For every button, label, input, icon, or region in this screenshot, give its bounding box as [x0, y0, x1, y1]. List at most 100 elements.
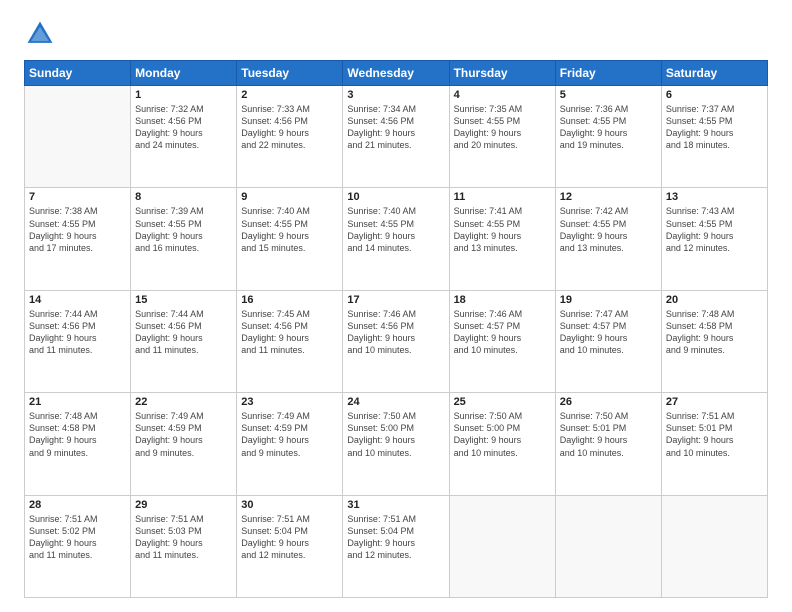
- day-number: 2: [241, 89, 338, 101]
- day-number: 23: [241, 396, 338, 408]
- day-number: 1: [135, 89, 232, 101]
- day-number: 6: [666, 89, 763, 101]
- calendar-cell: 12 Sunrise: 7:42 AM Sunset: 4:55 PM Dayli…: [555, 188, 661, 290]
- page: SundayMondayTuesdayWednesdayThursdayFrid…: [0, 0, 792, 612]
- day-number: 29: [135, 499, 232, 511]
- calendar-cell: 1 Sunrise: 7:32 AM Sunset: 4:56 PM Daylig…: [131, 86, 237, 188]
- calendar-cell: 21 Sunrise: 7:48 AM Sunset: 4:58 PM Dayli…: [25, 393, 131, 495]
- calendar-cell: 29Sunrise: 7:51 AM Sunset: 5:03 PM Dayli…: [131, 495, 237, 597]
- calendar-cell: 13 Sunrise: 7:43 AM Sunset: 4:55 PM Dayli…: [661, 188, 767, 290]
- day-number: 21: [29, 396, 126, 408]
- day-number: 28: [29, 499, 126, 511]
- day-info: Sunrise: 7:47 AM Sunset: 4:57 PM Dayligh…: [560, 308, 657, 357]
- day-info: Sunrise: 7:39 AM Sunset: 4:55 PM Dayligh…: [135, 205, 232, 254]
- day-info: Sunrise: 7:49 AM Sunset: 4:59 PM Dayligh…: [135, 410, 232, 459]
- day-number: 10: [347, 191, 444, 203]
- day-number: 15: [135, 294, 232, 306]
- day-info: Sunrise: 7:49 AM Sunset: 4:59 PM Dayligh…: [241, 410, 338, 459]
- weekday-header: Friday: [555, 61, 661, 86]
- calendar-cell: 26 Sunrise: 7:50 AM Sunset: 5:01 PM Dayli…: [555, 393, 661, 495]
- day-info: Sunrise: 7:48 AM Sunset: 4:58 PM Dayligh…: [666, 308, 763, 357]
- day-info: Sunrise: 7:50 AM Sunset: 5:01 PM Dayligh…: [560, 410, 657, 459]
- calendar-week-row: 1 Sunrise: 7:32 AM Sunset: 4:56 PM Daylig…: [25, 86, 768, 188]
- weekday-header: Tuesday: [237, 61, 343, 86]
- day-info: Sunrise: 7:48 AM Sunset: 4:58 PM Dayligh…: [29, 410, 126, 459]
- weekday-header: Sunday: [25, 61, 131, 86]
- calendar-cell: 28 Sunrise: 7:51 AM Sunset: 5:02 PM Dayli…: [25, 495, 131, 597]
- day-info: Sunrise: 7:35 AM Sunset: 4:55 PM Dayligh…: [454, 103, 551, 152]
- day-info: Sunrise: 7:42 AM Sunset: 4:55 PM Dayligh…: [560, 205, 657, 254]
- day-info: Sunrise: 7:46 AM Sunset: 4:56 PM Dayligh…: [347, 308, 444, 357]
- day-number: 5: [560, 89, 657, 101]
- calendar-cell: 24 Sunrise: 7:50 AM Sunset: 5:00 PM Dayli…: [343, 393, 449, 495]
- calendar-week-row: 7 Sunrise: 7:38 AM Sunset: 4:55 PM Daylig…: [25, 188, 768, 290]
- day-number: 14: [29, 294, 126, 306]
- day-number: 27: [666, 396, 763, 408]
- calendar-cell: 10 Sunrise: 7:40 AM Sunset: 4:55 PM Dayli…: [343, 188, 449, 290]
- day-number: 4: [454, 89, 551, 101]
- calendar-cell: 16Sunrise: 7:45 AM Sunset: 4:56 PM Dayli…: [237, 290, 343, 392]
- calendar-cell: 22 Sunrise: 7:49 AM Sunset: 4:59 PM Dayli…: [131, 393, 237, 495]
- day-info: Sunrise: 7:33 AM Sunset: 4:56 PM Dayligh…: [241, 103, 338, 152]
- header-row: SundayMondayTuesdayWednesdayThursdayFrid…: [25, 61, 768, 86]
- day-number: 3: [347, 89, 444, 101]
- day-number: 18: [454, 294, 551, 306]
- calendar-cell: [555, 495, 661, 597]
- day-info: Sunrise: 7:38 AM Sunset: 4:55 PM Dayligh…: [29, 205, 126, 254]
- day-info: Sunrise: 7:40 AM Sunset: 4:55 PM Dayligh…: [347, 205, 444, 254]
- day-number: 19: [560, 294, 657, 306]
- calendar-cell: 15 Sunrise: 7:44 AM Sunset: 4:56 PM Dayli…: [131, 290, 237, 392]
- calendar-cell: 14Sunrise: 7:44 AM Sunset: 4:56 PM Dayli…: [25, 290, 131, 392]
- day-info: Sunrise: 7:46 AM Sunset: 4:57 PM Dayligh…: [454, 308, 551, 357]
- weekday-header: Wednesday: [343, 61, 449, 86]
- calendar-cell: 27Sunrise: 7:51 AM Sunset: 5:01 PM Dayli…: [661, 393, 767, 495]
- day-info: Sunrise: 7:50 AM Sunset: 5:00 PM Dayligh…: [454, 410, 551, 459]
- calendar-cell: 17Sunrise: 7:46 AM Sunset: 4:56 PM Dayli…: [343, 290, 449, 392]
- day-number: 22: [135, 396, 232, 408]
- calendar-cell: 8 Sunrise: 7:39 AM Sunset: 4:55 PM Daylig…: [131, 188, 237, 290]
- day-number: 7: [29, 191, 126, 203]
- calendar-week-row: 14 Sunrise: 7:44 AM Sunset: 4:56 PM Dayli…: [25, 290, 768, 392]
- logo-icon: [24, 18, 56, 50]
- day-number: 8: [135, 191, 232, 203]
- calendar-cell: 25 Sunrise: 7:50 AM Sunset: 5:00 PM Dayli…: [449, 393, 555, 495]
- day-number: 26: [560, 396, 657, 408]
- calendar-cell: 20 Sunrise: 7:48 AM Sunset: 4:58 PM Dayli…: [661, 290, 767, 392]
- weekday-header: Thursday: [449, 61, 555, 86]
- calendar-cell: 2 Sunrise: 7:33 AM Sunset: 4:56 PM Daylig…: [237, 86, 343, 188]
- calendar-cell: 11Sunrise: 7:41 AM Sunset: 4:55 PM Dayli…: [449, 188, 555, 290]
- logo: [24, 18, 60, 50]
- day-number: 12: [560, 191, 657, 203]
- day-info: Sunrise: 7:51 AM Sunset: 5:02 PM Dayligh…: [29, 513, 126, 562]
- day-info: Sunrise: 7:51 AM Sunset: 5:04 PM Dayligh…: [347, 513, 444, 562]
- day-number: 25: [454, 396, 551, 408]
- calendar-cell: 18 Sunrise: 7:46 AM Sunset: 4:57 PM Dayli…: [449, 290, 555, 392]
- day-info: Sunrise: 7:50 AM Sunset: 5:00 PM Dayligh…: [347, 410, 444, 459]
- day-number: 13: [666, 191, 763, 203]
- day-number: 30: [241, 499, 338, 511]
- day-number: 9: [241, 191, 338, 203]
- calendar-cell: [661, 495, 767, 597]
- day-number: 20: [666, 294, 763, 306]
- calendar-cell: [25, 86, 131, 188]
- calendar-cell: 4 Sunrise: 7:35 AM Sunset: 4:55 PM Daylig…: [449, 86, 555, 188]
- day-info: Sunrise: 7:51 AM Sunset: 5:04 PM Dayligh…: [241, 513, 338, 562]
- day-info: Sunrise: 7:32 AM Sunset: 4:56 PM Dayligh…: [135, 103, 232, 152]
- calendar-cell: 31 Sunrise: 7:51 AM Sunset: 5:04 PM Dayli…: [343, 495, 449, 597]
- day-info: Sunrise: 7:43 AM Sunset: 4:55 PM Dayligh…: [666, 205, 763, 254]
- calendar-cell: 3 Sunrise: 7:34 AM Sunset: 4:56 PM Daylig…: [343, 86, 449, 188]
- calendar-cell: 30 Sunrise: 7:51 AM Sunset: 5:04 PM Dayli…: [237, 495, 343, 597]
- calendar-cell: 6 Sunrise: 7:37 AM Sunset: 4:55 PM Daylig…: [661, 86, 767, 188]
- day-info: Sunrise: 7:37 AM Sunset: 4:55 PM Dayligh…: [666, 103, 763, 152]
- calendar-cell: [449, 495, 555, 597]
- day-info: Sunrise: 7:44 AM Sunset: 4:56 PM Dayligh…: [135, 308, 232, 357]
- calendar-cell: 19 Sunrise: 7:47 AM Sunset: 4:57 PM Dayli…: [555, 290, 661, 392]
- day-number: 24: [347, 396, 444, 408]
- calendar-cell: 23 Sunrise: 7:49 AM Sunset: 4:59 PM Dayli…: [237, 393, 343, 495]
- calendar-table: SundayMondayTuesdayWednesdayThursdayFrid…: [24, 60, 768, 598]
- day-info: Sunrise: 7:34 AM Sunset: 4:56 PM Dayligh…: [347, 103, 444, 152]
- header: [24, 18, 768, 50]
- day-info: Sunrise: 7:36 AM Sunset: 4:55 PM Dayligh…: [560, 103, 657, 152]
- weekday-header: Saturday: [661, 61, 767, 86]
- day-number: 31: [347, 499, 444, 511]
